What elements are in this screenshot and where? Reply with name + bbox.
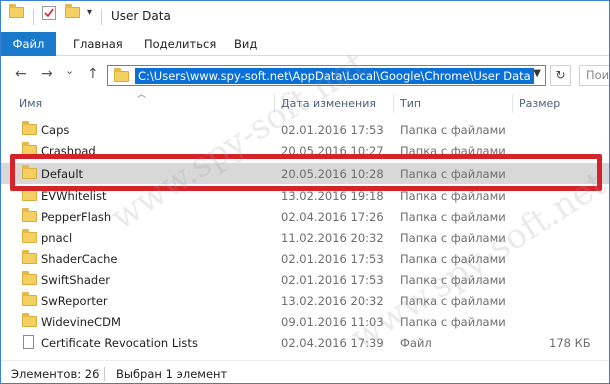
navigation-bar: ← → ⌄ ↑ C:\Users\www.spy-soft.net\AppDat…	[1, 57, 609, 91]
address-path[interactable]: C:\Users\www.spy-soft.net\AppData\Local\…	[135, 68, 534, 84]
item-count: Элементов: 26	[11, 367, 100, 381]
folder-icon	[22, 271, 37, 285]
item-name: EVWhitelist	[41, 189, 107, 203]
item-size: 178 КБ	[549, 336, 591, 350]
list-item[interactable]: pnacl 11.02.2016 20:32 Папка с файлами	[1, 227, 609, 248]
item-date: 02.04.2016 17:26	[281, 210, 384, 224]
item-date: 02.01.2016 17:53	[281, 273, 384, 287]
status-bar: Элементов: 26 Выбран 1 элемент	[1, 360, 609, 383]
folder-icon	[22, 250, 37, 264]
ribbon-tabs: Файл Главная Поделиться Вид	[1, 32, 609, 56]
item-type: Папка с файлами	[400, 210, 506, 224]
file-icon	[23, 335, 34, 349]
item-name: PepperFlash	[41, 210, 112, 224]
item-type: Папка с файлами	[400, 123, 506, 137]
up-icon[interactable]: ↑	[87, 66, 99, 82]
item-type: Папка с файлами	[400, 315, 506, 329]
item-name: ShaderCache	[41, 252, 118, 266]
item-type: Папка с файлами	[400, 231, 506, 245]
refresh-button[interactable]: ↻	[550, 65, 571, 86]
item-date: 13.02.2016 20:32	[281, 294, 384, 308]
list-item[interactable]: PepperFlash 02.04.2016 17:26 Папка с фай…	[1, 206, 609, 227]
properties-icon[interactable]	[42, 6, 56, 20]
column-type[interactable]: Тип	[400, 97, 421, 110]
title-bar: ▾ User Data	[1, 1, 609, 32]
column-date[interactable]: Дата изменения	[281, 97, 376, 110]
item-date: 11.02.2016 20:32	[281, 231, 384, 245]
list-item[interactable]: ShaderCache 02.01.2016 17:53 Папка с фай…	[1, 248, 609, 269]
tab-share[interactable]: Поделиться	[144, 32, 216, 56]
item-date: 13.02.2016 19:18	[281, 189, 384, 203]
item-name: Certificate Revocation Lists	[41, 336, 198, 350]
back-icon[interactable]: ←	[15, 66, 27, 82]
folder-icon	[9, 4, 24, 21]
search-input[interactable]: Пои	[579, 65, 609, 86]
folder-icon	[22, 208, 37, 222]
folder-icon	[22, 292, 37, 306]
item-name: Caps	[41, 123, 70, 137]
item-type: Папка с файлами	[400, 273, 506, 287]
selection-count: Выбран 1 элемент	[116, 367, 228, 381]
list-item[interactable]: Caps 02.01.2016 17:53 Папка с файлами	[1, 119, 609, 140]
divider	[101, 9, 102, 25]
folder-icon	[22, 313, 37, 327]
window-title: User Data	[111, 9, 171, 23]
divider[interactable]	[274, 94, 275, 113]
forward-icon[interactable]: →	[41, 66, 53, 82]
list-item[interactable]: SwReporter 13.02.2016 20:32 Папка с файл…	[1, 290, 609, 311]
list-item[interactable]: Certificate Revocation Lists 02.04.2016 …	[1, 332, 609, 353]
item-name: pnacl	[41, 231, 73, 245]
column-headers: Имя Дата изменения Тип Размер	[1, 91, 609, 115]
item-type: Папка с файлами	[400, 294, 506, 308]
recent-locations-icon[interactable]: ⌄	[65, 64, 74, 77]
explorer-window: ▾ User Data Файл Главная Поделиться Вид …	[0, 0, 610, 384]
tab-view[interactable]: Вид	[234, 32, 257, 56]
column-name[interactable]: Имя	[19, 97, 42, 110]
item-date: 09.01.2016 11:03	[281, 315, 384, 329]
divider[interactable]	[512, 94, 513, 113]
item-type: Папка с файлами	[400, 189, 506, 203]
item-name: SwiftShader	[41, 273, 110, 287]
list-item[interactable]: SwiftShader 02.01.2016 17:53 Папка с фай…	[1, 269, 609, 290]
list-item[interactable]: WidevineCDM 09.01.2016 11:03 Папка с фай…	[1, 311, 609, 332]
item-date: 02.01.2016 17:53	[281, 252, 384, 266]
item-name: SwReporter	[41, 294, 108, 308]
item-type: Файл	[400, 336, 432, 350]
item-date: 02.01.2016 17:53	[281, 123, 384, 137]
divider[interactable]	[393, 94, 394, 113]
address-bar[interactable]: C:\Users\www.spy-soft.net\AppData\Local\…	[107, 65, 546, 86]
highlight-frame	[10, 154, 602, 191]
divider	[104, 367, 105, 381]
folder-icon	[22, 121, 37, 135]
tab-file[interactable]: Файл	[1, 32, 56, 56]
chevron-down-icon[interactable]: ▼	[533, 68, 541, 79]
tab-home[interactable]: Главная	[73, 32, 123, 56]
column-size[interactable]: Размер	[519, 97, 560, 110]
divider	[33, 9, 34, 25]
item-date: 02.04.2016 17:39	[281, 336, 384, 350]
folder-icon	[114, 68, 129, 82]
new-folder-icon[interactable]	[65, 4, 80, 21]
folder-icon	[22, 187, 37, 201]
folder-icon	[22, 229, 37, 243]
item-name: WidevineCDM	[41, 315, 121, 329]
customize-toolbar-icon[interactable]: ▾	[87, 7, 92, 18]
item-type: Папка с файлами	[400, 252, 506, 266]
